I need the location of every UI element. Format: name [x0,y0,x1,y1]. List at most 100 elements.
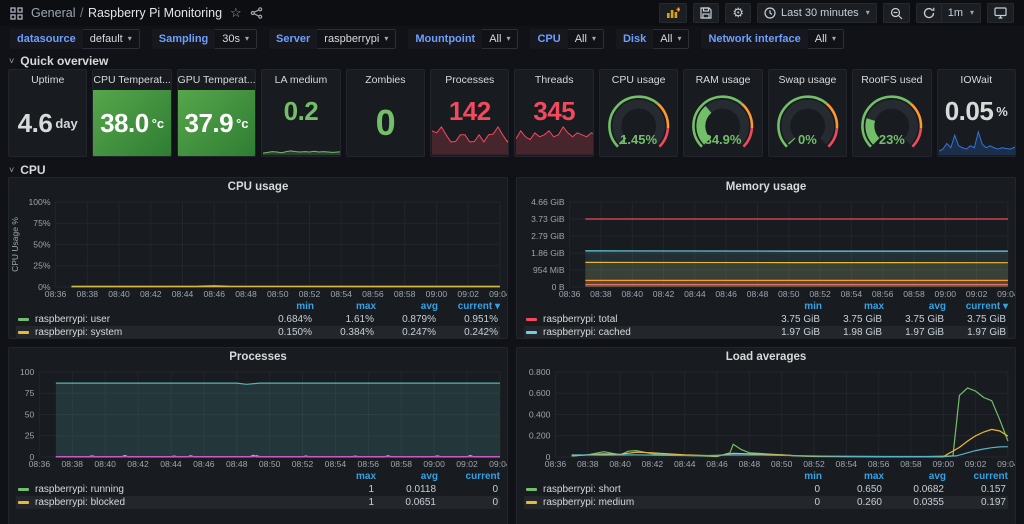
legend-series-toggle[interactable]: raspberrypi: user [18,314,250,325]
panel-title[interactable]: RootFS used [853,70,930,90]
legend-column-avg[interactable]: avg [376,301,438,312]
legend-series-toggle[interactable]: raspberrypi: running [18,484,312,495]
panel-title[interactable]: RAM usage [684,70,761,90]
legend-column-current[interactable]: current [438,471,500,482]
top-navbar: General / Raspberry Pi Monitoring ☆ ⚙ La… [0,0,1024,26]
svg-text:0.800: 0.800 [529,367,551,377]
row-title: CPU [20,163,45,177]
variable-current-value: All [815,33,827,45]
svg-text:08:36: 08:36 [545,459,567,469]
panel-title[interactable]: Load averages [517,348,1015,366]
row-header-quick-overview[interactable]: Quick overview [0,52,1024,68]
add-panel-button[interactable] [659,3,687,23]
refresh-interval-select[interactable]: 1m [941,3,981,23]
variable-value-dropdown[interactable]: All [653,29,689,49]
legend-series-toggle[interactable]: raspberrypi: total [526,314,758,325]
panel-title[interactable]: CPU usage [9,178,507,196]
svg-text:08:38: 08:38 [577,459,599,469]
svg-text:08:48: 08:48 [739,459,761,469]
legend-column-min[interactable]: min [760,301,822,312]
panel-title[interactable]: Processes [431,70,508,90]
legend-column-max[interactable]: max [314,471,376,482]
legend-column-current[interactable]: current [946,471,1008,482]
svg-text:08:50: 08:50 [778,289,800,299]
panel-title[interactable]: Processes [9,348,507,366]
variable-value-dropdown[interactable]: raspberrypi [317,29,396,49]
panel-title[interactable]: Uptime [9,70,86,90]
series-color-swatch [18,501,29,504]
svg-text:08:58: 08:58 [394,289,416,299]
gauge-value-label: 23% [853,132,930,147]
panel-title[interactable]: CPU Temperat... [93,70,170,90]
svg-text:08:48: 08:48 [747,289,769,299]
panel-title[interactable]: Swap usage [769,70,846,90]
panel-title[interactable]: Memory usage [517,178,1015,196]
share-icon[interactable] [250,7,263,19]
svg-text:08:40: 08:40 [621,289,643,299]
stat-body: 4.6day [9,90,86,156]
star-icon[interactable]: ☆ [230,5,242,21]
legend-column-avg[interactable]: avg [884,471,946,482]
legend-column-min[interactable]: min [760,471,822,482]
legend-column-avg[interactable]: avg [376,471,438,482]
variable-label: Server [269,29,317,49]
panel-title[interactable]: CPU usage [600,70,677,90]
legend-column-current[interactable]: current ▾ [438,301,500,312]
panel-title[interactable]: GPU Temperat... [178,70,255,90]
panel-title[interactable]: Zombies [347,70,424,90]
legend-column-current[interactable]: current ▾ [946,301,1008,312]
legend-column-max[interactable]: max [314,301,376,312]
cycle-view-mode-button[interactable] [987,3,1014,23]
legend-series-toggle[interactable]: raspberrypi: cached [526,327,758,338]
legend-column-max[interactable]: max [822,301,884,312]
dashboards-grid-icon[interactable] [10,7,23,20]
breadcrumb-separator: / [79,6,84,20]
cpu-usage-plot[interactable]: 0%25%50%75%100%08:3608:3808:4008:4208:44… [9,196,507,300]
legend-series-toggle[interactable]: raspberrypi: blocked [18,497,312,508]
load-averages-plot[interactable]: 00.2000.4000.6000.80008:3608:3808:4008:4… [517,366,1015,470]
legend-value: 0.951% [436,314,498,325]
svg-text:75%: 75% [33,218,51,228]
memory-usage-plot[interactable]: 0 B954 MiB1.86 GiB2.79 GiB3.73 GiB4.66 G… [517,196,1015,300]
legend-column-min[interactable]: min [252,301,314,312]
legend-column-max[interactable]: max [822,471,884,482]
legend-column-avg[interactable]: avg [884,301,946,312]
legend-series-toggle[interactable]: raspberrypi: short [526,484,758,495]
legend-value: 1.97 GiB [882,327,944,338]
breadcrumb: General / Raspberry Pi Monitoring [31,6,222,20]
row-header-cpu[interactable]: CPU [0,161,1024,177]
svg-text:08:54: 08:54 [841,289,863,299]
legend-series-toggle[interactable]: raspberrypi: system [18,327,250,338]
legend-value: 0.242% [436,327,498,338]
variable-value-dropdown[interactable]: All [808,29,844,49]
dashboard-title[interactable]: Raspberry Pi Monitoring [88,6,222,20]
legend-value: 1.98 GiB [820,327,882,338]
dashboard-settings-button[interactable]: ⚙ [725,3,751,23]
series-color-swatch [526,488,537,491]
variable-value-dropdown[interactable]: default [83,29,140,49]
svg-text:08:52: 08:52 [299,289,321,299]
variable-value-dropdown[interactable]: All [568,29,604,49]
processes-plot[interactable]: 025507510008:3608:3808:4008:4208:4408:46… [9,366,507,470]
gauge-value-label: 0% [769,132,846,147]
svg-text:08:46: 08:46 [715,289,737,299]
legend-header: minmaxavgcurrent ▾ [524,300,1008,313]
panel-title[interactable]: LA medium [262,70,339,90]
time-range-picker[interactable]: Last 30 minutes [757,3,877,23]
save-dashboard-button[interactable] [693,3,719,23]
variable-value-dropdown[interactable]: 30s [215,29,257,49]
legend-row: raspberrypi: total3.75 GiB3.75 GiB3.75 G… [524,313,1008,326]
panel-title[interactable]: Threads [515,70,592,90]
variable-mountpoint: MountpointAll [408,29,518,49]
panel-title[interactable]: IOWait [938,70,1015,90]
legend-value: 3.75 GiB [758,314,820,325]
breadcrumb-section[interactable]: General [31,6,75,20]
variable-value-dropdown[interactable]: All [482,29,518,49]
refresh-button[interactable] [916,3,941,23]
legend-series-toggle[interactable]: raspberrypi: medium [526,497,758,508]
svg-text:08:38: 08:38 [62,459,84,469]
stat-panel-threads: Threads345 [514,69,593,157]
stat-body: 37.9°c [178,90,255,156]
legend-value: 0.197 [944,497,1006,508]
zoom-out-button[interactable] [883,3,910,23]
